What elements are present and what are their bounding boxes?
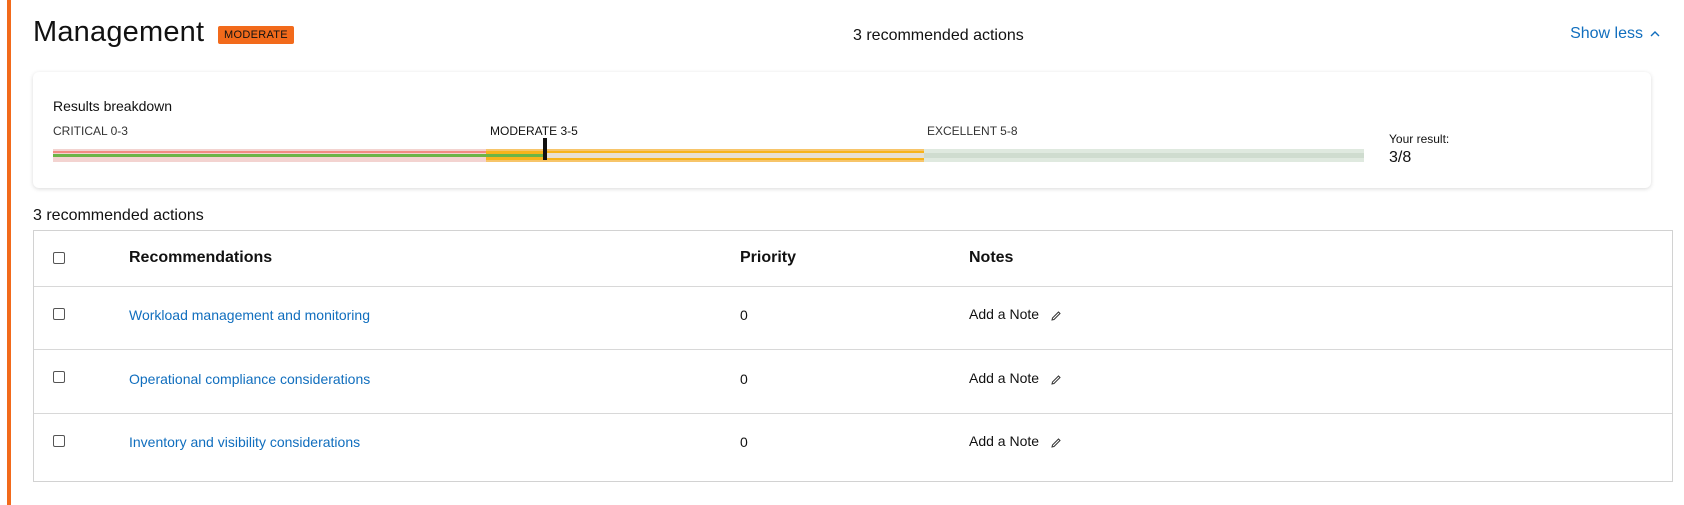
add-note-button[interactable]: Add a Note [969, 369, 1063, 387]
pencil-icon [1051, 438, 1061, 448]
status-badge: MODERATE [218, 26, 294, 44]
add-note-label: Add a Note [969, 370, 1040, 386]
recommendation-link[interactable]: Operational compliance considerations [129, 371, 370, 387]
moderate-remaining [546, 153, 924, 158]
pencil-icon [1051, 375, 1061, 385]
row-checkbox[interactable] [53, 435, 65, 447]
priority-value: 0 [740, 307, 748, 323]
segment-label-excellent: EXCELLENT 5-8 [927, 124, 1018, 138]
score-track [53, 149, 1364, 162]
add-note-button[interactable]: Add a Note [969, 305, 1063, 323]
section-accent-bar [7, 0, 11, 505]
management-section: Management MODERATE 3 recommended action… [33, 0, 1673, 505]
score-fill [53, 154, 546, 157]
row-checkbox[interactable] [53, 371, 65, 383]
show-less-label: Show less [1570, 25, 1643, 42]
table-row: Operational compliance considerations 0 … [34, 349, 1672, 414]
pencil-icon [1051, 311, 1061, 321]
recommendation-link[interactable]: Inventory and visibility considerations [129, 434, 360, 450]
recommended-actions-count: 3 recommended actions [853, 27, 1024, 44]
column-header-priority: Priority [740, 249, 797, 266]
table-row: Workload management and monitoring 0 Add… [34, 286, 1672, 350]
priority-value: 0 [740, 371, 748, 387]
add-note-label: Add a Note [969, 433, 1040, 449]
column-header-notes: Notes [969, 249, 1014, 266]
your-result-label: Your result: [1389, 132, 1450, 146]
section-header: Management MODERATE 3 recommended action… [33, 14, 1673, 54]
results-breakdown-title: Results breakdown [53, 98, 173, 114]
chevron-up-icon [1650, 31, 1660, 37]
add-note-label: Add a Note [969, 306, 1040, 322]
section-title: Management [33, 16, 205, 48]
your-result-value: 3/8 [1389, 149, 1412, 166]
show-less-button[interactable]: Show less [1570, 25, 1661, 43]
recommended-actions-heading: 3 recommended actions [33, 207, 204, 224]
priority-value: 0 [740, 434, 748, 450]
score-marker [543, 138, 547, 160]
recommendation-link[interactable]: Workload management and monitoring [129, 307, 370, 323]
results-breakdown-card: Results breakdown CRITICAL 0-3 MODERATE … [33, 72, 1651, 188]
segment-label-critical: CRITICAL 0-3 [53, 124, 128, 138]
row-checkbox[interactable] [53, 308, 65, 320]
table-row: Inventory and visibility considerations … [34, 413, 1672, 481]
excellent-remaining [924, 153, 1364, 158]
recommendations-table: Recommendations Priority Notes Workload … [33, 230, 1673, 482]
critical-top-line [53, 151, 486, 153]
select-all-checkbox[interactable] [53, 252, 65, 264]
add-note-button[interactable]: Add a Note [969, 432, 1063, 450]
table-header-row: Recommendations Priority Notes [34, 231, 1672, 287]
column-header-recommendations: Recommendations [129, 249, 273, 266]
segment-label-moderate: MODERATE 3-5 [490, 124, 578, 138]
